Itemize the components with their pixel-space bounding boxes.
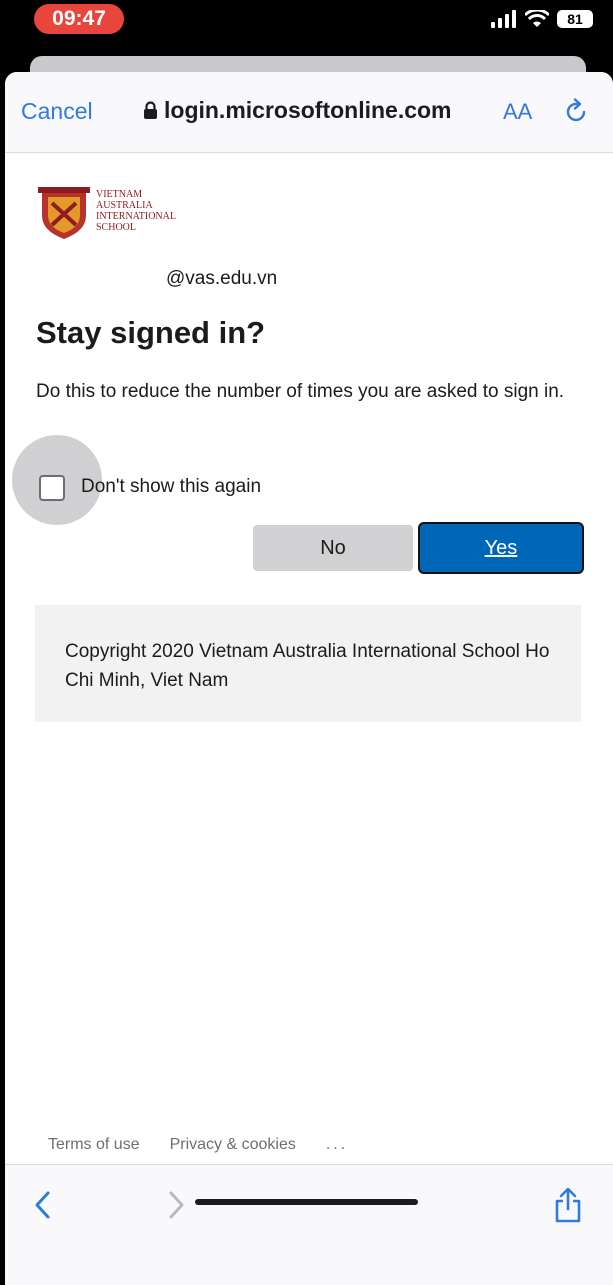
browser-top-bar: Cancel login.microsoftonline.com AA [5, 72, 613, 153]
browser-toolbar [5, 1164, 613, 1285]
page-description: Do this to reduce the number of times yo… [36, 381, 565, 402]
terms-of-use-link[interactable]: Terms of use [48, 1136, 140, 1154]
school-crest-logo [38, 187, 90, 239]
text-size-button[interactable]: AA [503, 99, 532, 125]
copyright-text: Copyright 2020 Vietnam Australia Interna… [65, 641, 550, 691]
more-options-button[interactable]: ... [326, 1136, 348, 1154]
url-display[interactable]: login.microsoftonline.com [143, 97, 452, 124]
status-bar: 09:47 81 [0, 0, 613, 58]
reload-icon[interactable] [565, 98, 589, 124]
dont-show-again-checkbox[interactable] [39, 475, 65, 501]
logo-line: SCHOOL [96, 222, 137, 233]
checkbox-label[interactable]: Don't show this again [81, 476, 261, 498]
browser-sheet: Cancel login.microsoftonline.com AA VIET… [5, 72, 613, 1285]
back-arrow-icon[interactable] [33, 1190, 51, 1220]
signal-icon [491, 10, 516, 28]
home-indicator [195, 1199, 418, 1205]
yes-button[interactable]: Yes [418, 522, 584, 574]
school-name-logo-text: VIETNAM AUSTRALIA INTERNATIONAL SCHOOL [96, 189, 206, 233]
cancel-button[interactable]: Cancel [21, 98, 93, 125]
status-time: 09:47 [34, 4, 124, 34]
copyright-box: Copyright 2020 Vietnam Australia Interna… [35, 605, 581, 722]
page-content: VIETNAM AUSTRALIA INTERNATIONAL SCHOOL @… [5, 153, 613, 1163]
share-icon[interactable] [553, 1187, 583, 1223]
footer-links: Terms of use Privacy & cookies ... [48, 1136, 348, 1154]
page-title: Stay signed in? [36, 315, 266, 350]
no-button[interactable]: No [253, 525, 413, 571]
logo-line: VIETNAM [96, 189, 143, 200]
forward-arrow-icon[interactable] [168, 1190, 186, 1220]
status-icons: 81 [491, 10, 593, 28]
logo-line: INTERNATIONAL [96, 211, 176, 222]
url-text: login.microsoftonline.com [164, 97, 452, 123]
logo-line: AUSTRALIA [96, 200, 153, 211]
battery-icon: 81 [557, 10, 593, 28]
lock-icon [144, 101, 157, 119]
phone-screen: 09:47 81 Cancel login.microsoftonline.co… [0, 0, 613, 1285]
wifi-icon [525, 10, 549, 27]
privacy-cookies-link[interactable]: Privacy & cookies [170, 1136, 296, 1154]
account-email: @vas.edu.vn [166, 268, 278, 289]
